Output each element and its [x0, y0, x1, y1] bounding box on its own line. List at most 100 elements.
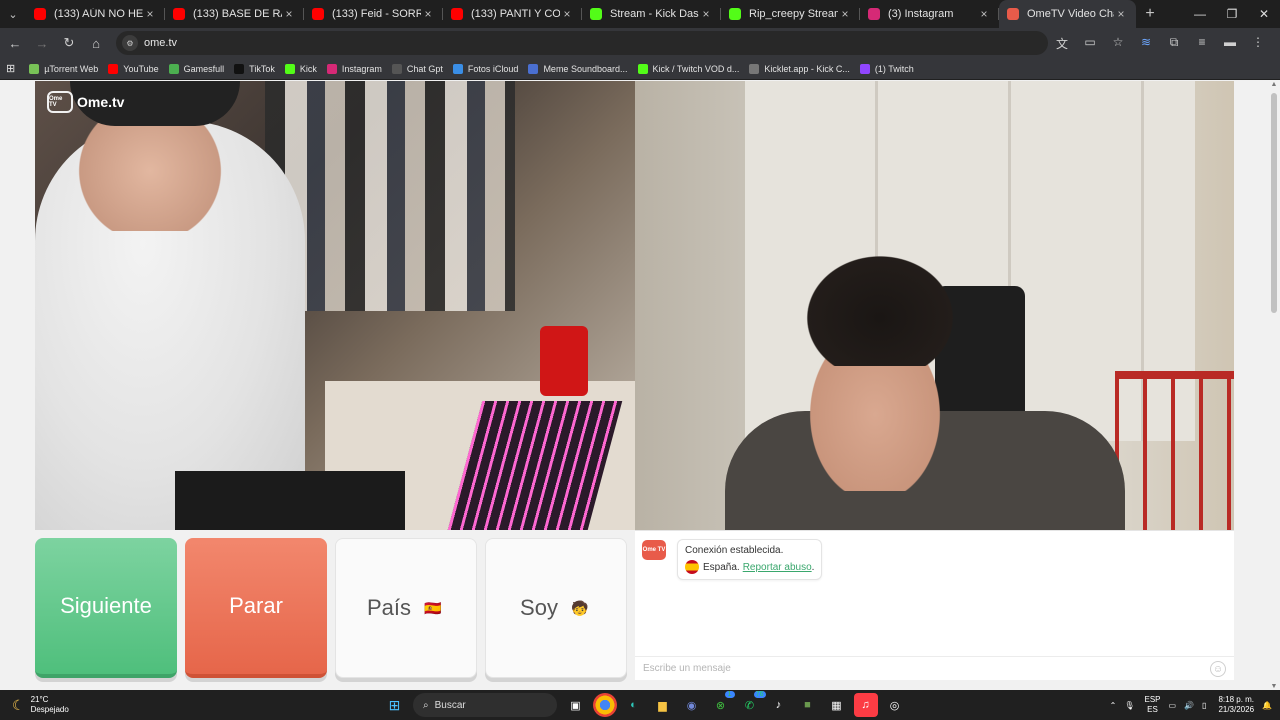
- remote-video: [635, 81, 1234, 530]
- back-icon[interactable]: ←: [3, 31, 27, 55]
- extensions-icon[interactable]: ⧉: [1160, 35, 1188, 52]
- edge-icon[interactable]: ◐: [622, 693, 646, 717]
- browser-tab[interactable]: Stream - Kick Dashboard×: [582, 0, 721, 28]
- tiktok-icon[interactable]: ♪: [767, 693, 791, 717]
- discord-icon[interactable]: ◉: [680, 693, 704, 717]
- page-scrollbar[interactable]: ▲ ▼: [1268, 81, 1280, 690]
- home-icon[interactable]: ⌂: [84, 31, 108, 55]
- task-view-icon[interactable]: ▣: [564, 693, 588, 717]
- translate-icon[interactable]: 文: [1048, 35, 1076, 52]
- tab-title: (133) AÚN NO HE TERMI: [54, 8, 143, 20]
- apple-music-icon[interactable]: ♫: [853, 693, 878, 717]
- bookmark-item[interactable]: Fotos iCloud: [452, 63, 518, 74]
- calculator-icon[interactable]: ▦: [825, 693, 849, 717]
- xbox-icon[interactable]: ⊗ 1: [709, 691, 735, 717]
- windows-taskbar: ☾ 21°C Despejado ⊞ ⌕ Buscar ▣ ◐ ▆ ◉ ⊗ 1 ✆…: [0, 690, 1280, 720]
- youtube-icon: [108, 63, 119, 74]
- scroll-down-icon[interactable]: ▼: [1270, 683, 1278, 690]
- media-icon[interactable]: ≡: [1188, 35, 1216, 52]
- youtube-icon: [312, 8, 324, 20]
- tab-close-icon[interactable]: ×: [143, 7, 157, 21]
- profile-icon[interactable]: ▬: [1216, 35, 1244, 52]
- tiktok-icon: [234, 63, 245, 74]
- gender-button[interactable]: Soy 🧒: [485, 538, 627, 678]
- browser-tab[interactable]: (133) BASE DE RAP CON×: [165, 0, 304, 28]
- minecraft-icon[interactable]: ■: [796, 693, 820, 717]
- tab-close-icon[interactable]: ×: [699, 7, 713, 21]
- microphone-icon[interactable]: 🎙: [1124, 701, 1134, 710]
- bookmark-item[interactable]: YouTube: [108, 63, 159, 74]
- bookmark-item[interactable]: Kick / Twitch VOD d...: [637, 63, 739, 74]
- spain-flag-icon: [685, 560, 699, 574]
- browser-tab[interactable]: Rip_creepy Stream - Wate×: [721, 0, 860, 28]
- language-indicator[interactable]: ESP ES: [1144, 695, 1160, 715]
- minimize-icon[interactable]: —: [1184, 0, 1216, 28]
- emoji-icon[interactable]: ☺: [1210, 661, 1226, 677]
- notifications-icon[interactable]: 🔔: [1262, 701, 1272, 710]
- connection-status: Conexión establecida.: [685, 545, 784, 556]
- bookmark-item[interactable]: Gamesfull: [168, 63, 224, 74]
- message-input[interactable]: Escribe un mensaje ☺: [635, 656, 1234, 680]
- bookmark-item[interactable]: Kick: [284, 63, 317, 74]
- ometv-logo: Ome TV Ome.tv: [47, 91, 124, 113]
- site-info-icon[interactable]: ⚙: [122, 35, 138, 51]
- extension-wave-icon[interactable]: ≋: [1132, 35, 1160, 52]
- partner-country: España.: [703, 561, 740, 573]
- bookmark-item[interactable]: µTorrent Web: [29, 63, 98, 74]
- toolbar-actions: 文 ▭ ☆ ≋ ⧉ ≡ ▬ ⋮: [1048, 35, 1280, 52]
- tab-close-icon[interactable]: ×: [282, 7, 296, 21]
- bookmark-item[interactable]: Chat Gpt: [391, 63, 443, 74]
- bookmark-star-icon[interactable]: ☆: [1104, 35, 1132, 52]
- bookmark-item[interactable]: (1) Twitch: [859, 63, 914, 74]
- restore-icon[interactable]: ❐: [1216, 0, 1248, 28]
- next-button[interactable]: Siguiente: [35, 538, 177, 678]
- browser-tab[interactable]: (3) Instagram ×: [860, 0, 999, 28]
- temperature: 21°C: [30, 695, 49, 704]
- tab-title: (133) BASE DE RAP CON: [193, 8, 282, 20]
- reload-icon[interactable]: ↻: [57, 31, 81, 55]
- stop-button[interactable]: Parar: [185, 538, 327, 678]
- report-suffix: .: [811, 561, 815, 573]
- country-button[interactable]: País 🇪🇸: [335, 538, 477, 678]
- scroll-up-icon[interactable]: ▲: [1270, 81, 1278, 88]
- weather-widget[interactable]: ☾ 21°C Despejado: [12, 695, 69, 715]
- chrome-icon[interactable]: [592, 693, 617, 717]
- new-tab-button[interactable]: +: [1136, 0, 1164, 28]
- time: 8:18 p. m.: [1218, 695, 1255, 704]
- address-bar[interactable]: ⚙ ome.tv: [116, 31, 1048, 55]
- taskbar-search[interactable]: ⌕ Buscar: [413, 693, 557, 717]
- menu-icon[interactable]: ⋮: [1244, 35, 1272, 52]
- stop-button-label: Parar: [229, 593, 283, 618]
- network-icon[interactable]: ▭: [1169, 701, 1177, 710]
- volume-icon[interactable]: 🔊: [1184, 701, 1194, 710]
- windows-start-icon[interactable]: ⊞: [383, 693, 407, 717]
- tab-search-button[interactable]: ⌄: [0, 0, 26, 28]
- tab-close-icon[interactable]: ×: [1114, 7, 1128, 21]
- close-window-icon[interactable]: ✕: [1248, 0, 1280, 28]
- bookmark-item[interactable]: Meme Soundboard...: [528, 63, 628, 74]
- tab-close-icon[interactable]: ×: [560, 7, 574, 21]
- clock[interactable]: 8:18 p. m. 21/3/2026: [1218, 695, 1254, 715]
- scrollbar-thumb[interactable]: [1271, 93, 1277, 313]
- tab-close-icon[interactable]: ×: [977, 7, 991, 21]
- tray-overflow-icon[interactable]: ⌃: [1110, 701, 1117, 710]
- bookmark-item[interactable]: Kicklet.app - Kick C...: [749, 63, 850, 74]
- kick-icon: [284, 63, 295, 74]
- bookmark-item[interactable]: Instagram: [326, 63, 382, 74]
- browser-tab[interactable]: (133) AÚN NO HE TERMI×: [26, 0, 165, 28]
- obs-icon[interactable]: ◎: [883, 693, 907, 717]
- cast-icon[interactable]: ▭: [1076, 35, 1104, 52]
- file-explorer-icon[interactable]: ▆: [651, 693, 675, 717]
- browser-tab[interactable]: OmeTV Video Chat -×: [999, 0, 1136, 28]
- browser-tab[interactable]: (133) Feid - SORRY 4 THA×: [304, 0, 443, 28]
- browser-tab[interactable]: (133) PANTI Y COLALE 2.0×: [443, 0, 582, 28]
- tab-close-icon[interactable]: ×: [421, 7, 435, 21]
- report-abuse-link[interactable]: Reportar abuso: [743, 562, 812, 573]
- apps-icon[interactable]: ⊞: [6, 62, 15, 75]
- forward-icon[interactable]: →: [30, 31, 54, 55]
- whatsapp-icon[interactable]: ✆ 76: [738, 691, 766, 717]
- bookmark-item[interactable]: TikTok: [234, 63, 275, 74]
- tab-close-icon[interactable]: ×: [838, 7, 852, 21]
- bookmark-label: Chat Gpt: [406, 63, 443, 74]
- battery-icon[interactable]: ▯: [1202, 701, 1206, 710]
